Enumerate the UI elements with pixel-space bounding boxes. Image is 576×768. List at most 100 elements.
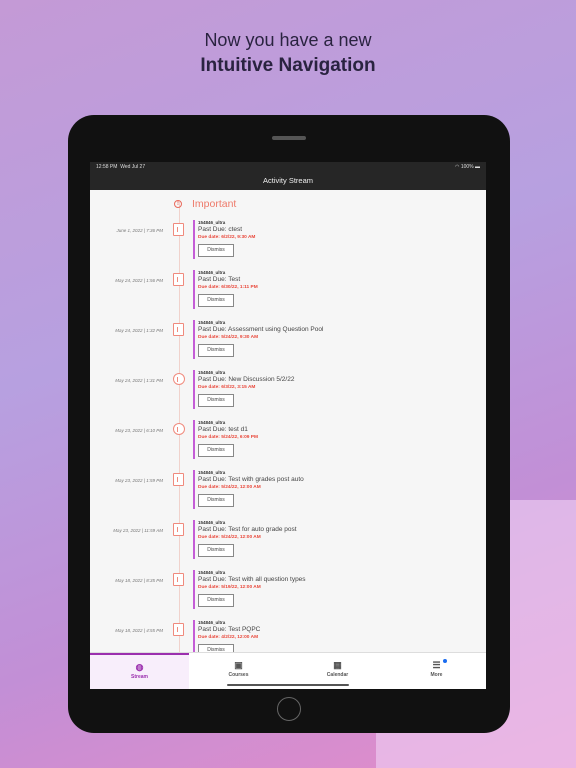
item-accent-bar (193, 520, 195, 559)
test-document-icon (173, 623, 184, 636)
dismiss-button[interactable]: Dismiss (198, 544, 234, 557)
item-title[interactable]: Past Due: Assessment using Question Pool (198, 326, 323, 333)
item-date: May 23, 2022 | 6:10 PM (115, 428, 163, 433)
list-item[interactable]: May 18, 2022 | 4:55 PM 154846_ultra Past… (90, 620, 486, 652)
tab-label: Calendar (326, 672, 349, 678)
activity-list[interactable]: ! Important June 1, 2022 | 7:36 PM 15484… (90, 190, 486, 652)
alert-icon: ! (174, 200, 182, 208)
item-date: May 18, 2022 | 4:55 PM (115, 628, 163, 633)
calendar-icon: ▦ (333, 660, 342, 670)
item-title[interactable]: Past Due: Test with all question types (198, 576, 306, 583)
headline: Now you have a new Intuitive Navigation (0, 30, 576, 77)
discussion-icon (173, 423, 185, 435)
tab-label: Courses (228, 672, 249, 678)
item-course: 154846_ultra (198, 520, 226, 525)
item-title[interactable]: Past Due: ctest (198, 226, 242, 233)
dismiss-button[interactable]: Dismiss (198, 494, 234, 507)
item-due-date: Due date: 5/24/22, 12:00 AM (198, 485, 261, 490)
item-course: 154846_ultra (198, 270, 226, 275)
list-item[interactable]: June 1, 2022 | 7:36 PM 154846_ultra Past… (90, 220, 486, 270)
dismiss-button[interactable]: Dismiss (198, 294, 234, 307)
camera-speaker (272, 136, 306, 140)
list-item[interactable]: May 23, 2022 | 6:10 PM 154846_ultra Past… (90, 420, 486, 470)
headline-line2: Intuitive Navigation (200, 55, 376, 76)
tablet-frame: 12:58 PM Wed Jul 27 ◠ 100% ▬ Activity St… (68, 115, 510, 733)
item-course: 154846_ultra (198, 370, 226, 375)
dismiss-button[interactable]: Dismiss (198, 444, 234, 457)
wifi-icon: ◠ (455, 164, 460, 170)
item-date: May 23, 2022 | 1:59 PM (115, 478, 163, 483)
item-course: 154846_ultra (198, 570, 226, 575)
item-date: May 23, 2022 | 11:59 AM (113, 528, 163, 533)
battery-icon: ▬ (475, 164, 480, 170)
item-course: 154846_ultra (198, 420, 226, 425)
dismiss-button[interactable]: Dismiss (198, 394, 234, 407)
home-button[interactable] (277, 697, 301, 721)
item-due-date: Due date: 4/2/22, 12:00 AM (198, 635, 259, 640)
page-title: Activity Stream (90, 172, 486, 190)
item-due-date: Due date: 6/30/22, 1:11 PM (198, 285, 258, 290)
list-item[interactable]: May 24, 2022 | 1:32 PM 154846_ultra Past… (90, 320, 486, 370)
tab-stream[interactable]: ◍ Stream (90, 653, 189, 689)
item-date: May 24, 2022 | 1:31 PM (115, 378, 163, 383)
dismiss-button[interactable]: Dismiss (198, 594, 234, 607)
item-due-date: Due date: 5/24/22, 6:09 PM (198, 435, 258, 440)
item-course: 154846_ultra (198, 470, 226, 475)
section-title: Important (192, 198, 237, 210)
important-section-header: ! Important (174, 198, 236, 210)
item-title[interactable]: Past Due: Test PQPC (198, 626, 260, 633)
status-time: 12:58 PM (96, 164, 118, 170)
item-date: May 24, 2022 | 1:32 PM (115, 328, 163, 333)
item-due-date: Due date: 6/3/22, 3:15 AM (198, 385, 256, 390)
dismiss-button[interactable]: Dismiss (198, 244, 234, 257)
status-bar: 12:58 PM Wed Jul 27 ◠ 100% ▬ (90, 162, 486, 172)
item-accent-bar (193, 570, 195, 609)
item-due-date: Due date: 6/2/22, 9:30 AM (198, 235, 256, 240)
item-title[interactable]: Past Due: test d1 (198, 426, 248, 433)
menu-icon: ☰ (432, 660, 441, 670)
globe-icon: ◍ (135, 662, 144, 672)
status-date: Wed Jul 27 (120, 164, 146, 170)
item-accent-bar (193, 620, 195, 652)
tab-label: Stream (131, 674, 148, 680)
battery-percent: 100% (460, 164, 474, 170)
test-document-icon (173, 473, 184, 486)
item-title[interactable]: Past Due: Test with grades post auto (198, 476, 304, 483)
item-date: May 18, 2022 | 8:35 PM (115, 578, 163, 583)
item-course: 154846_ultra (198, 320, 226, 325)
item-date: May 24, 2022 | 1:56 PM (115, 278, 163, 283)
item-accent-bar (193, 470, 195, 509)
item-accent-bar (193, 320, 195, 359)
item-accent-bar (193, 420, 195, 459)
home-indicator (227, 684, 349, 686)
test-document-icon (173, 323, 184, 336)
headline-line1: Now you have a new (204, 30, 372, 50)
item-due-date: Due date: 5/24/22, 12:00 AM (198, 535, 261, 540)
test-document-icon (173, 573, 184, 586)
test-document-icon (173, 223, 184, 236)
item-title[interactable]: Past Due: Test (198, 276, 240, 283)
list-item[interactable]: May 23, 2022 | 11:59 AM 154846_ultra Pas… (90, 520, 486, 570)
item-due-date: Due date: 5/19/22, 12:00 AM (198, 585, 261, 590)
item-accent-bar (193, 220, 195, 259)
dismiss-button[interactable]: Dismiss (198, 344, 234, 357)
item-title[interactable]: Past Due: New Discussion 5/2/22 (198, 376, 294, 383)
discussion-icon (173, 373, 185, 385)
item-course: 154846_ultra (198, 220, 226, 225)
list-item[interactable]: May 18, 2022 | 8:35 PM 154846_ultra Past… (90, 570, 486, 620)
test-document-icon (173, 273, 184, 286)
item-due-date: Due date: 5/24/22, 9:30 AM (198, 335, 259, 340)
tab-more[interactable]: ☰ More (387, 653, 486, 689)
list-item[interactable]: May 24, 2022 | 1:56 PM 154846_ultra Past… (90, 270, 486, 320)
app-screen: 12:58 PM Wed Jul 27 ◠ 100% ▬ Activity St… (90, 162, 486, 689)
item-course: 154846_ultra (198, 620, 226, 625)
list-item[interactable]: May 23, 2022 | 1:59 PM 154846_ultra Past… (90, 470, 486, 520)
item-accent-bar (193, 370, 195, 409)
courses-icon: ▣ (234, 660, 243, 670)
test-document-icon (173, 523, 184, 536)
item-title[interactable]: Past Due: Test for auto grade post (198, 526, 297, 533)
item-accent-bar (193, 270, 195, 309)
list-item[interactable]: May 24, 2022 | 1:31 PM 154846_ultra Past… (90, 370, 486, 420)
item-date: June 1, 2022 | 7:36 PM (116, 228, 163, 233)
dismiss-button[interactable]: Dismiss (198, 644, 234, 652)
